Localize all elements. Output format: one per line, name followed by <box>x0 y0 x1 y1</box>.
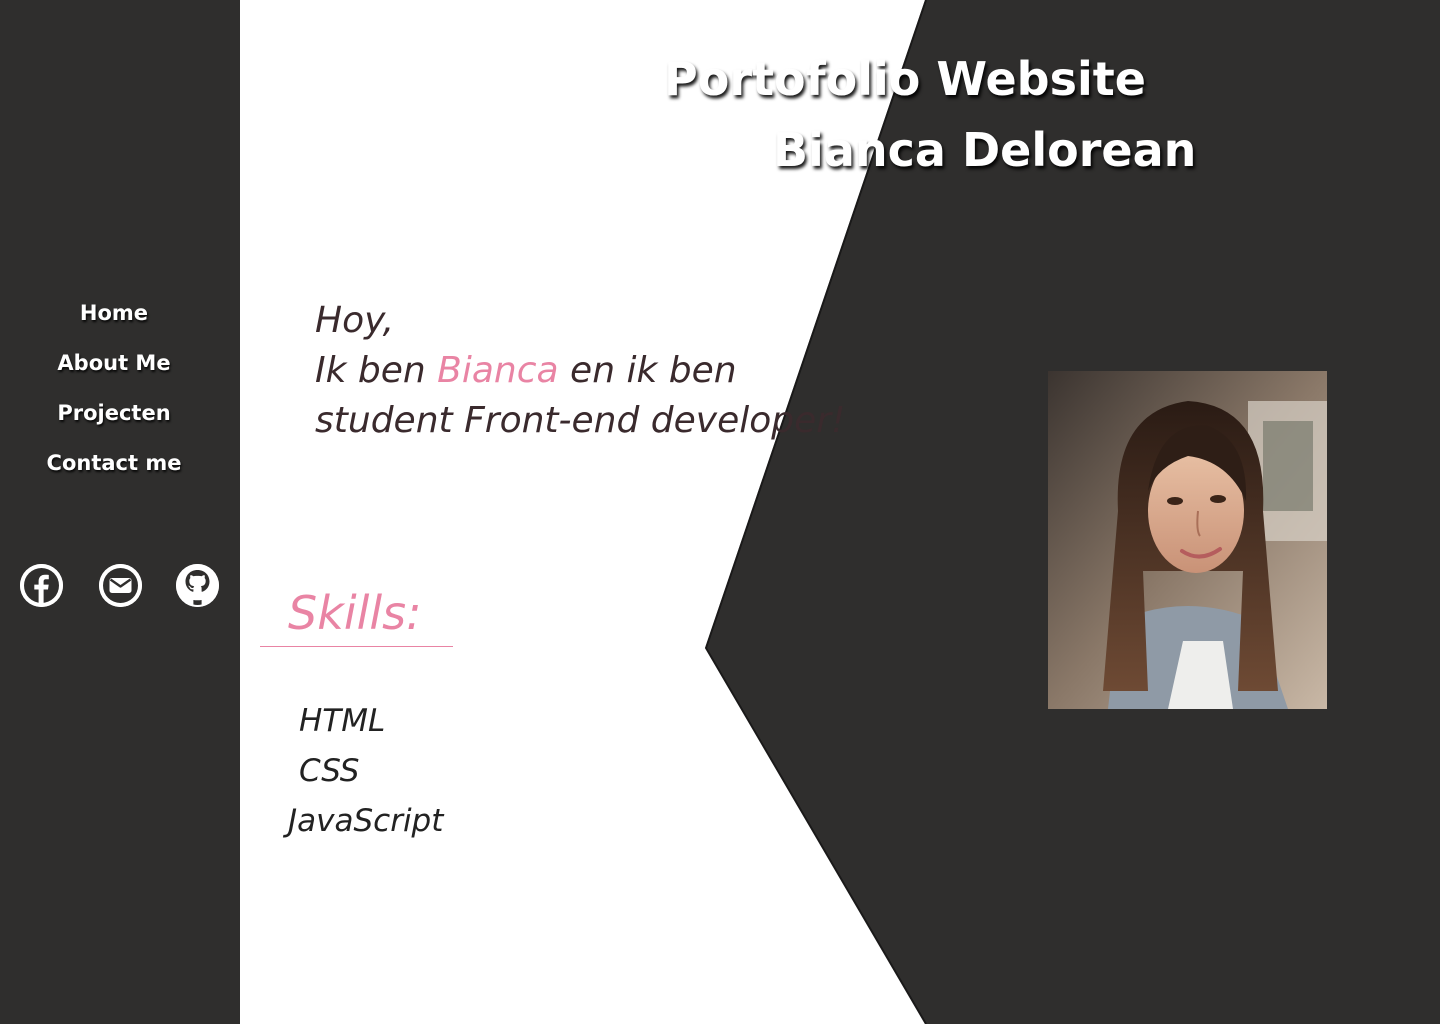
intro-prefix: Ik ben <box>315 350 438 391</box>
profile-photo <box>1048 371 1327 709</box>
owner-name: Bianca Delorean <box>773 123 1197 177</box>
intro-text: Hoy, Ik ben Bianca en ik ben student Fro… <box>315 296 846 446</box>
facebook-icon[interactable] <box>20 564 63 607</box>
social-links <box>0 564 240 608</box>
github-icon[interactable] <box>176 564 219 607</box>
skill-item-javascript: JavaScript <box>288 803 444 839</box>
nav-item-projecten[interactable]: Projecten <box>0 396 228 446</box>
skills-divider <box>260 646 453 647</box>
intro-line-3: student Front-end developer! <box>315 400 846 441</box>
intro-line-2: Ik ben Bianca en ik ben <box>315 346 846 396</box>
intro-suffix: en ik ben <box>558 350 737 391</box>
portfolio-page: Home About Me Projecten Contact me Porto… <box>0 0 1440 1024</box>
sidebar: Home About Me Projecten Contact me <box>0 0 240 1024</box>
page-title: Portofolio Website <box>664 52 1146 106</box>
mail-icon[interactable] <box>99 564 142 607</box>
skills-heading: Skills: <box>288 586 422 640</box>
nav-item-home[interactable]: Home <box>0 296 228 346</box>
skill-item-html: HTML <box>299 703 386 739</box>
main-nav: Home About Me Projecten Contact me <box>0 296 228 496</box>
intro-name-highlight: Bianca <box>437 350 559 391</box>
skill-item-css: CSS <box>299 753 360 789</box>
intro-greeting: Hoy, <box>315 300 395 341</box>
nav-item-contact-me[interactable]: Contact me <box>0 446 228 496</box>
nav-item-about-me[interactable]: About Me <box>0 346 228 396</box>
